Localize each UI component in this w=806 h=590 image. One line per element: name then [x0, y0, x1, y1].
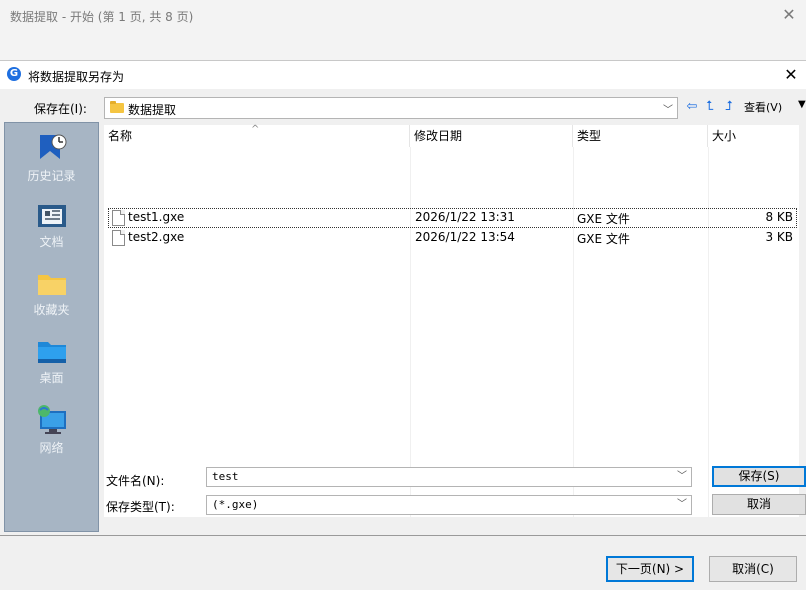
column-header-modified[interactable]: 修改日期 [410, 125, 573, 147]
place-history[interactable]: 历史记录 [5, 131, 98, 184]
save-in-dropdown[interactable]: 数据提取 ﹀ [104, 97, 678, 119]
save-as-dialog: G 将数据提取另存为 ✕ 保存在(I): 数据提取 ﹀ ⇦ ⮤ ⮥ 查看(V) … [0, 60, 806, 536]
dialog-titlebar: G 将数据提取另存为 ✕ [0, 61, 806, 89]
wizard-title: 数据提取 - 开始 (第 1 页, 共 8 页) [10, 10, 194, 24]
chevron-down-icon[interactable]: ﹀ [677, 468, 687, 486]
view-menu-button[interactable]: 查看(V) [744, 99, 782, 115]
dialog-title: 将数据提取另存为 [28, 70, 125, 84]
place-documents[interactable]: 文档 [5, 201, 98, 250]
app-logo-icon: G [7, 67, 21, 81]
wizard-header-band [0, 32, 806, 60]
filename-label: 文件名(N): [106, 474, 165, 488]
column-header-label: 大小 [712, 129, 737, 143]
place-label: 收藏夹 [33, 303, 70, 317]
file-icon [112, 210, 125, 226]
column-divider [410, 147, 411, 517]
place-favorites[interactable]: 收藏夹 [5, 269, 98, 318]
table-row[interactable]: test2.gxe 2026/1/22 13:54 GXE 文件 3 KB [104, 228, 799, 248]
wizard-titlebar: 数据提取 - 开始 (第 1 页, 共 8 页) ✕ [0, 0, 806, 32]
column-header-name[interactable]: 名称 ^ [104, 124, 410, 147]
place-network[interactable]: 网络 [5, 403, 98, 456]
save-button[interactable]: 保存(S) [712, 466, 806, 487]
place-label: 桌面 [39, 371, 64, 385]
place-label: 网络 [39, 441, 64, 455]
dialog-close-icon[interactable]: ✕ [780, 64, 802, 86]
file-modified: 2026/1/22 13:54 [415, 230, 515, 244]
filename-input[interactable]: test ﹀ [206, 467, 692, 487]
up-folder-icon[interactable]: ⮤ [702, 98, 718, 116]
filename-value: test [212, 470, 239, 483]
chevron-down-icon: ﹀ [663, 105, 673, 116]
network-icon [36, 403, 68, 435]
places-bar: 历史记录 文档 收藏夹 桌面 网络 [4, 122, 99, 532]
table-row[interactable]: test1.gxe 2026/1/22 13:31 GXE 文件 8 KB [104, 208, 799, 228]
wizard-cancel-button[interactable]: 取消(C) [709, 556, 797, 582]
favorites-folder-icon [36, 269, 68, 297]
file-modified: 2026/1/22 13:31 [415, 210, 515, 224]
folder-icon [110, 101, 124, 113]
sort-ascending-icon: ^ [251, 124, 260, 135]
filetype-label: 保存类型(T): [106, 500, 175, 514]
column-header-type[interactable]: 类型 [573, 125, 708, 147]
next-page-button[interactable]: 下一页(N) > [606, 556, 694, 582]
file-name: test2.gxe [128, 230, 185, 244]
file-type: GXE 文件 [577, 232, 630, 246]
place-label: 历史记录 [27, 169, 76, 183]
place-desktop[interactable]: 桌面 [5, 337, 98, 386]
column-header-label: 名称 [108, 129, 133, 143]
column-header-size[interactable]: 大小 [708, 125, 799, 147]
file-list[interactable]: 名称 ^ 修改日期 类型 大小 test1.gxe 2026/1/22 13:3… [104, 124, 799, 517]
documents-icon [36, 201, 68, 229]
save-in-value: 数据提取 [128, 103, 177, 117]
column-header-label: 修改日期 [414, 129, 463, 143]
view-dropdown-icon[interactable]: ▼ [798, 99, 806, 110]
column-divider [708, 147, 709, 517]
history-icon [36, 131, 68, 163]
desktop-icon [36, 337, 68, 365]
column-header-label: 类型 [577, 129, 602, 143]
new-folder-icon[interactable]: ⮥ [721, 98, 737, 116]
back-icon[interactable]: ⇦ [684, 98, 700, 116]
file-type: GXE 文件 [577, 212, 630, 226]
file-size: 8 KB [765, 210, 793, 224]
filetype-value: (*.gxe) [212, 498, 259, 511]
place-label: 文档 [39, 235, 64, 249]
column-divider [573, 147, 574, 517]
wizard-close-icon[interactable]: ✕ [778, 4, 800, 26]
chevron-down-icon[interactable]: ﹀ [677, 496, 687, 514]
cancel-button[interactable]: 取消 [712, 494, 806, 515]
file-size: 3 KB [765, 230, 793, 244]
file-name: test1.gxe [128, 210, 185, 224]
file-icon [112, 230, 125, 246]
save-in-label: 保存在(I): [34, 102, 87, 116]
filetype-select[interactable]: (*.gxe) ﹀ [206, 495, 692, 515]
